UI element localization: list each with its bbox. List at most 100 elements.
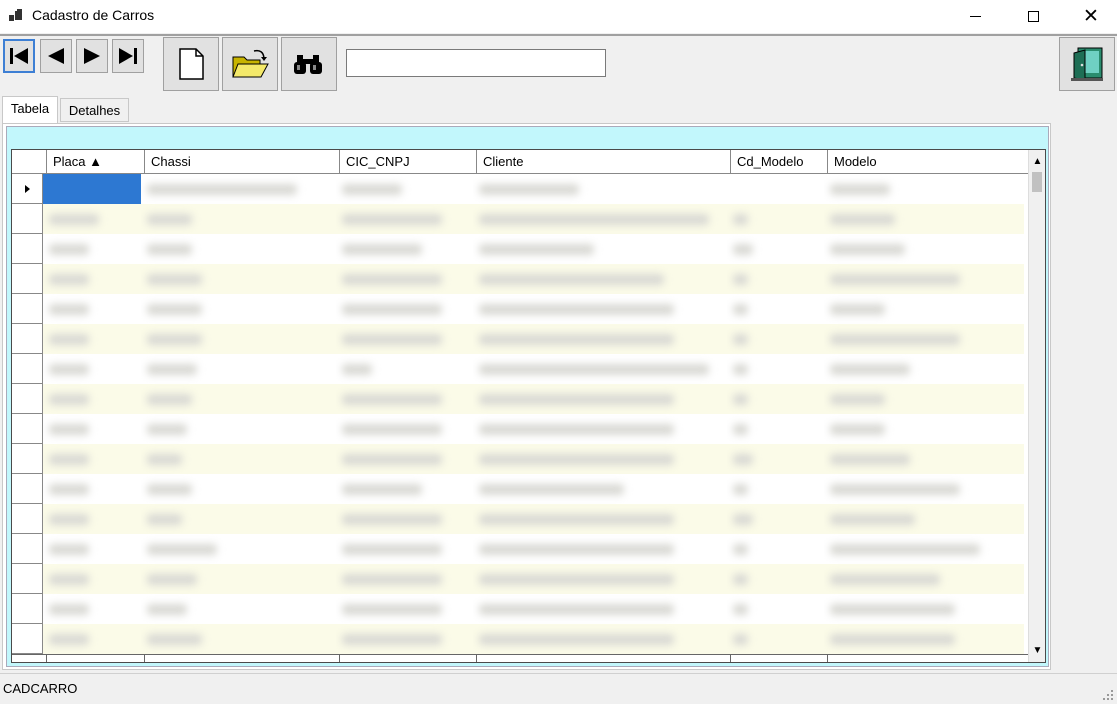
row-header[interactable] bbox=[12, 174, 43, 204]
cell-modelo[interactable] bbox=[824, 444, 1024, 474]
next-record-button[interactable] bbox=[76, 39, 108, 73]
row-header[interactable] bbox=[12, 294, 43, 324]
cell-cliente[interactable] bbox=[473, 384, 727, 414]
cell-cliente[interactable] bbox=[473, 234, 727, 264]
cell-chassi[interactable] bbox=[141, 354, 336, 384]
cell-cd-modelo[interactable] bbox=[727, 564, 824, 594]
table-row[interactable] bbox=[12, 234, 1028, 264]
cell-cic-cnpj[interactable] bbox=[336, 234, 473, 264]
table-row[interactable] bbox=[12, 384, 1028, 414]
cell-modelo[interactable] bbox=[824, 534, 1024, 564]
cell-cd-modelo[interactable] bbox=[727, 234, 824, 264]
table-row[interactable] bbox=[12, 624, 1028, 654]
cell-cliente[interactable] bbox=[473, 624, 727, 654]
cell-chassi[interactable] bbox=[141, 414, 336, 444]
cell-cic-cnpj[interactable] bbox=[336, 444, 473, 474]
cell-cic-cnpj[interactable] bbox=[336, 504, 473, 534]
cell-cd-modelo[interactable] bbox=[727, 204, 824, 234]
cell-cliente[interactable] bbox=[473, 324, 727, 354]
cell-cliente[interactable] bbox=[473, 564, 727, 594]
cell-cliente[interactable] bbox=[473, 594, 727, 624]
cell-placa[interactable] bbox=[43, 174, 141, 204]
cell-chassi[interactable] bbox=[141, 384, 336, 414]
resize-grip-icon[interactable] bbox=[1101, 688, 1113, 700]
cell-placa[interactable] bbox=[43, 234, 141, 264]
table-row[interactable] bbox=[12, 354, 1028, 384]
row-header[interactable] bbox=[12, 474, 43, 504]
cell-cic-cnpj[interactable] bbox=[336, 624, 473, 654]
cell-modelo[interactable] bbox=[824, 414, 1024, 444]
new-record-button[interactable] bbox=[163, 37, 219, 91]
cell-cliente[interactable] bbox=[473, 354, 727, 384]
table-row[interactable] bbox=[12, 414, 1028, 444]
cell-cliente[interactable] bbox=[473, 204, 727, 234]
cell-cliente[interactable] bbox=[473, 534, 727, 564]
table-row[interactable] bbox=[12, 534, 1028, 564]
cell-chassi[interactable] bbox=[141, 294, 336, 324]
row-header[interactable] bbox=[12, 324, 43, 354]
cell-cic-cnpj[interactable] bbox=[336, 174, 473, 204]
cell-modelo[interactable] bbox=[824, 354, 1024, 384]
table-row[interactable] bbox=[12, 444, 1028, 474]
cell-cic-cnpj[interactable] bbox=[336, 354, 473, 384]
cell-cd-modelo[interactable] bbox=[727, 444, 824, 474]
cell-placa[interactable] bbox=[43, 504, 141, 534]
cell-cic-cnpj[interactable] bbox=[336, 204, 473, 234]
table-row[interactable] bbox=[12, 474, 1028, 504]
cell-modelo[interactable] bbox=[824, 234, 1024, 264]
cell-chassi[interactable] bbox=[141, 174, 336, 204]
cell-modelo[interactable] bbox=[824, 264, 1024, 294]
cell-cic-cnpj[interactable] bbox=[336, 474, 473, 504]
table-row[interactable] bbox=[12, 204, 1028, 234]
cell-placa[interactable] bbox=[43, 474, 141, 504]
table-row[interactable] bbox=[12, 504, 1028, 534]
cell-placa[interactable] bbox=[43, 444, 141, 474]
table-row[interactable] bbox=[12, 564, 1028, 594]
table-row[interactable] bbox=[12, 174, 1028, 204]
cell-modelo[interactable] bbox=[824, 624, 1024, 654]
cell-chassi[interactable] bbox=[141, 624, 336, 654]
cell-cd-modelo[interactable] bbox=[727, 384, 824, 414]
cell-chassi[interactable] bbox=[141, 444, 336, 474]
row-header[interactable] bbox=[12, 564, 43, 594]
scroll-thumb[interactable] bbox=[1032, 172, 1042, 192]
cell-modelo[interactable] bbox=[824, 294, 1024, 324]
cell-cd-modelo[interactable] bbox=[727, 474, 824, 504]
cell-cd-modelo[interactable] bbox=[727, 294, 824, 324]
first-record-button[interactable] bbox=[3, 39, 35, 73]
table-row[interactable] bbox=[12, 264, 1028, 294]
open-button[interactable] bbox=[222, 37, 278, 91]
cell-placa[interactable] bbox=[43, 204, 141, 234]
cell-placa[interactable] bbox=[43, 384, 141, 414]
cell-cliente[interactable] bbox=[473, 474, 727, 504]
cell-cd-modelo[interactable] bbox=[727, 624, 824, 654]
cell-cliente[interactable] bbox=[473, 504, 727, 534]
tab-detalhes[interactable]: Detalhes bbox=[60, 98, 129, 122]
cell-cliente[interactable] bbox=[473, 294, 727, 324]
cell-cliente[interactable] bbox=[473, 264, 727, 294]
column-header-cic-cnpj[interactable]: CIC_CNPJ bbox=[340, 150, 477, 174]
row-header[interactable] bbox=[12, 594, 43, 624]
cell-modelo[interactable] bbox=[824, 324, 1024, 354]
column-header-cd-modelo[interactable]: Cd_Modelo bbox=[731, 150, 828, 174]
cell-chassi[interactable] bbox=[141, 264, 336, 294]
cell-modelo[interactable] bbox=[824, 474, 1024, 504]
cell-placa[interactable] bbox=[43, 264, 141, 294]
column-header-placa[interactable]: Placa ▲ bbox=[47, 150, 145, 174]
cell-chassi[interactable] bbox=[141, 474, 336, 504]
minimize-button[interactable] bbox=[952, 0, 998, 33]
exit-button[interactable] bbox=[1059, 37, 1115, 91]
cell-chassi[interactable] bbox=[141, 564, 336, 594]
row-header[interactable] bbox=[12, 444, 43, 474]
maximize-button[interactable] bbox=[1010, 0, 1056, 33]
row-header[interactable] bbox=[12, 384, 43, 414]
cell-cd-modelo[interactable] bbox=[727, 354, 824, 384]
cell-chassi[interactable] bbox=[141, 324, 336, 354]
cell-cd-modelo[interactable] bbox=[727, 504, 824, 534]
row-header[interactable] bbox=[12, 534, 43, 564]
cell-placa[interactable] bbox=[43, 564, 141, 594]
column-header-chassi[interactable]: Chassi bbox=[145, 150, 340, 174]
scroll-down-icon[interactable]: ▼ bbox=[1029, 642, 1045, 659]
scroll-up-icon[interactable]: ▲ bbox=[1029, 153, 1045, 170]
cell-chassi[interactable] bbox=[141, 594, 336, 624]
